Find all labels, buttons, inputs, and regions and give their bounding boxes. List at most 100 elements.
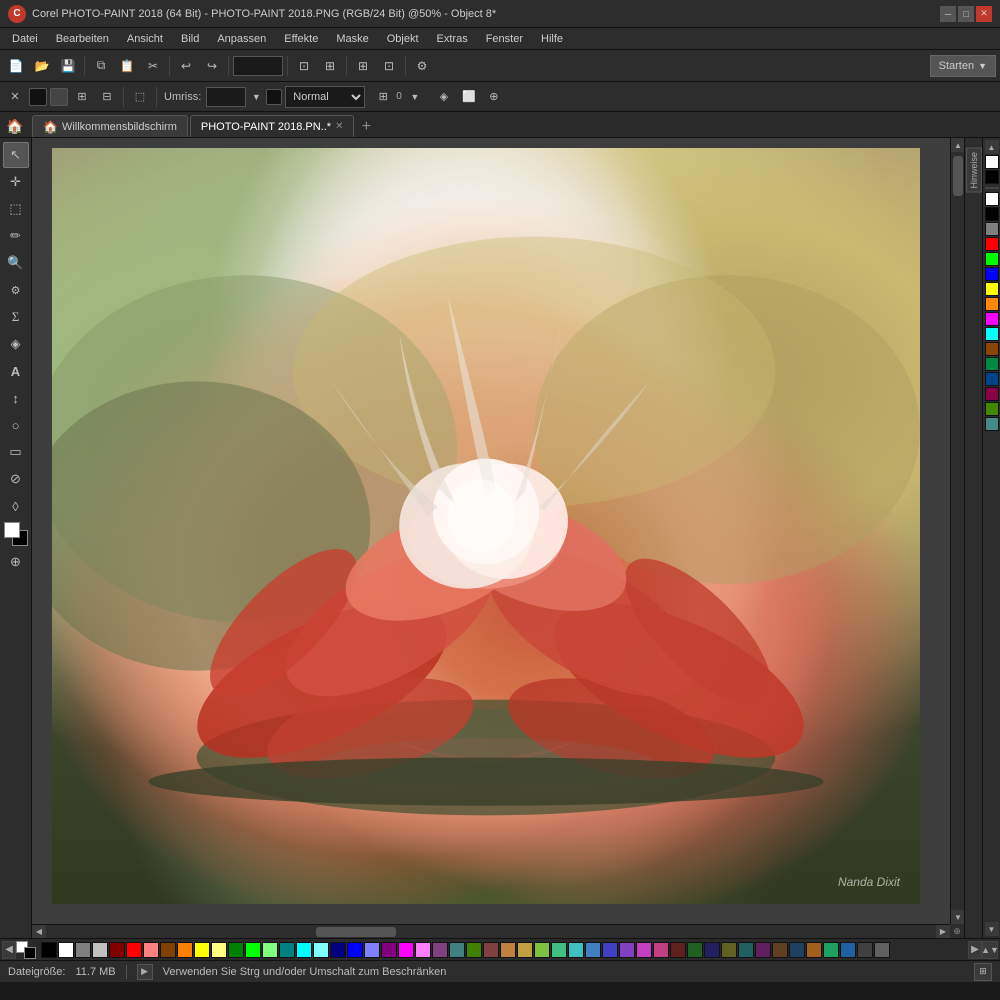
color-swatch-sidebar-7[interactable]: [985, 267, 999, 281]
transform-tool-button[interactable]: ✛: [3, 169, 29, 195]
maximize-button[interactable]: □: [958, 6, 974, 22]
crop-tool-button[interactable]: ⬚: [3, 196, 29, 222]
vertical-scrollbar-thumb[interactable]: [953, 156, 963, 196]
color-swatch-h-40[interactable]: [721, 942, 737, 958]
scroll-left-arrow[interactable]: ◀: [32, 925, 46, 939]
color-swatch-h-18[interactable]: [347, 942, 363, 958]
add-tool-button[interactable]: ⊕: [3, 549, 29, 575]
redo-button[interactable]: ↪: [200, 54, 224, 78]
color-swatch-h-8[interactable]: [177, 942, 193, 958]
color-swatch-h-38[interactable]: [687, 942, 703, 958]
color-swatch-h-6[interactable]: [143, 942, 159, 958]
menu-item-hilfe[interactable]: Hilfe: [533, 31, 571, 47]
color-swatch-h-24[interactable]: [449, 942, 465, 958]
settings-button[interactable]: ⚙: [410, 54, 434, 78]
color-swatch-h-43[interactable]: [772, 942, 788, 958]
color-swatch-h-27[interactable]: [500, 942, 516, 958]
color-swatch-h-19[interactable]: [364, 942, 380, 958]
color-sidebar-scroll-down[interactable]: ▼: [985, 922, 999, 936]
color-swatch-h-36[interactable]: [653, 942, 669, 958]
save-button[interactable]: 💾: [56, 54, 80, 78]
diamond-tool-button[interactable]: ◈: [3, 331, 29, 357]
color-swatch-h-5[interactable]: [126, 942, 142, 958]
brush-tool-button[interactable]: ✏: [3, 223, 29, 249]
color-swatch-h-44[interactable]: [789, 942, 805, 958]
color-swatch-h-25[interactable]: [466, 942, 482, 958]
menu-item-bearbeiten[interactable]: Bearbeiten: [48, 31, 117, 47]
minimize-button[interactable]: ─: [940, 6, 956, 22]
tool-option-6[interactable]: ⬚: [129, 86, 151, 108]
horizontal-scrollbar[interactable]: ◀ ▶: [32, 924, 950, 938]
opacity-input-btn[interactable]: ⊞: [372, 86, 394, 108]
home-icon-button[interactable]: 🏠: [4, 115, 26, 137]
umriss-square[interactable]: [266, 89, 282, 105]
grid-button[interactable]: ⊞: [351, 54, 375, 78]
clone-tool-button[interactable]: ↕: [3, 385, 29, 411]
color-swatch-h-1[interactable]: [58, 942, 74, 958]
color-swatch-h-10[interactable]: [211, 942, 227, 958]
color-swatch-h-39[interactable]: [704, 942, 720, 958]
canvas-area[interactable]: Nanda Dixit ▲ ▼ ◀ ▶ ⊕: [32, 138, 964, 938]
blend-mode-select[interactable]: Normal: [285, 86, 365, 108]
color-swatch-h-21[interactable]: [398, 942, 414, 958]
color-swatch-h-46[interactable]: [823, 942, 839, 958]
menu-item-bild[interactable]: Bild: [173, 31, 207, 47]
color-swatch-sidebar-6[interactable]: [985, 252, 999, 266]
tab-close-button[interactable]: ✕: [335, 121, 343, 132]
color-swatch-h-28[interactable]: [517, 942, 533, 958]
color-swatch-h-2[interactable]: [75, 942, 91, 958]
color-swatch-h-47[interactable]: [840, 942, 856, 958]
vertical-scrollbar[interactable]: ▲ ▼: [950, 138, 964, 924]
color-swatch-h-29[interactable]: [534, 942, 550, 958]
color-swatch-h-42[interactable]: [755, 942, 771, 958]
color-swatch-sidebar-10[interactable]: [985, 312, 999, 326]
color-swatch-sidebar-15[interactable]: [985, 387, 999, 401]
palette-scroll-right[interactable]: ▶: [968, 941, 982, 959]
copy-button[interactable]: ⧉: [89, 54, 113, 78]
tool-option-2[interactable]: [29, 88, 47, 106]
scroll-right-arrow[interactable]: ▶: [936, 925, 950, 939]
color-swatch-h-4[interactable]: [109, 942, 125, 958]
color-swatch-h-34[interactable]: [619, 942, 635, 958]
color-swatch-sidebar-5[interactable]: [985, 237, 999, 251]
clip-btn[interactable]: ⬜: [458, 86, 480, 108]
color-swatch-h-26[interactable]: [483, 942, 499, 958]
pointer-tool-button[interactable]: ↖: [3, 142, 29, 168]
start-button[interactable]: Starten ▼: [930, 55, 996, 77]
color-swatch-h-7[interactable]: [160, 942, 176, 958]
hints-tab[interactable]: Hinweise: [966, 148, 982, 193]
color-swatch-h-12[interactable]: [245, 942, 261, 958]
scroll-down-arrow[interactable]: ▼: [951, 910, 964, 924]
color-swatch-sidebar-8[interactable]: [985, 282, 999, 296]
menu-item-datei[interactable]: Datei: [4, 31, 46, 47]
color-swatch-sidebar-11[interactable]: [985, 327, 999, 341]
color-swatch-h-11[interactable]: [228, 942, 244, 958]
color-swatch-h-45[interactable]: [806, 942, 822, 958]
sigma-tool-button[interactable]: Σ: [3, 304, 29, 330]
color-swatch-h-23[interactable]: [432, 942, 448, 958]
actual-size-button[interactable]: ⊞: [318, 54, 342, 78]
eyedropper-tool-button[interactable]: ⚙: [3, 277, 29, 303]
menu-item-maske[interactable]: Maske: [328, 31, 376, 47]
color-swatch-h-3[interactable]: [92, 942, 108, 958]
expand-palette-button[interactable]: ▲▼: [982, 941, 998, 959]
tool-option-3[interactable]: [50, 88, 68, 106]
color-swatch-h-32[interactable]: [585, 942, 601, 958]
add-tab-button[interactable]: +: [356, 117, 376, 137]
color-swatch-h-33[interactable]: [602, 942, 618, 958]
paste-button[interactable]: 📋: [115, 54, 139, 78]
open-file-button[interactable]: 📂: [30, 54, 54, 78]
menu-item-fenster[interactable]: Fenster: [478, 31, 531, 47]
menu-item-anpassen[interactable]: Anpassen: [209, 31, 274, 47]
isolate-btn[interactable]: ◈: [433, 86, 455, 108]
color-swatch-h-0[interactable]: [41, 942, 57, 958]
color-swatch-sidebar-1[interactable]: [985, 170, 999, 184]
status-info-button[interactable]: ▶: [137, 964, 153, 980]
text-tool-button[interactable]: A: [3, 358, 29, 384]
tool-option-4[interactable]: ⊞: [71, 86, 93, 108]
color-swatch-sidebar-13[interactable]: [985, 357, 999, 371]
color-swatch-sidebar-3[interactable]: [985, 207, 999, 221]
color-swatch-sidebar-16[interactable]: [985, 402, 999, 416]
scroll-up-arrow[interactable]: ▲: [951, 138, 964, 152]
color-swatch-h-37[interactable]: [670, 942, 686, 958]
